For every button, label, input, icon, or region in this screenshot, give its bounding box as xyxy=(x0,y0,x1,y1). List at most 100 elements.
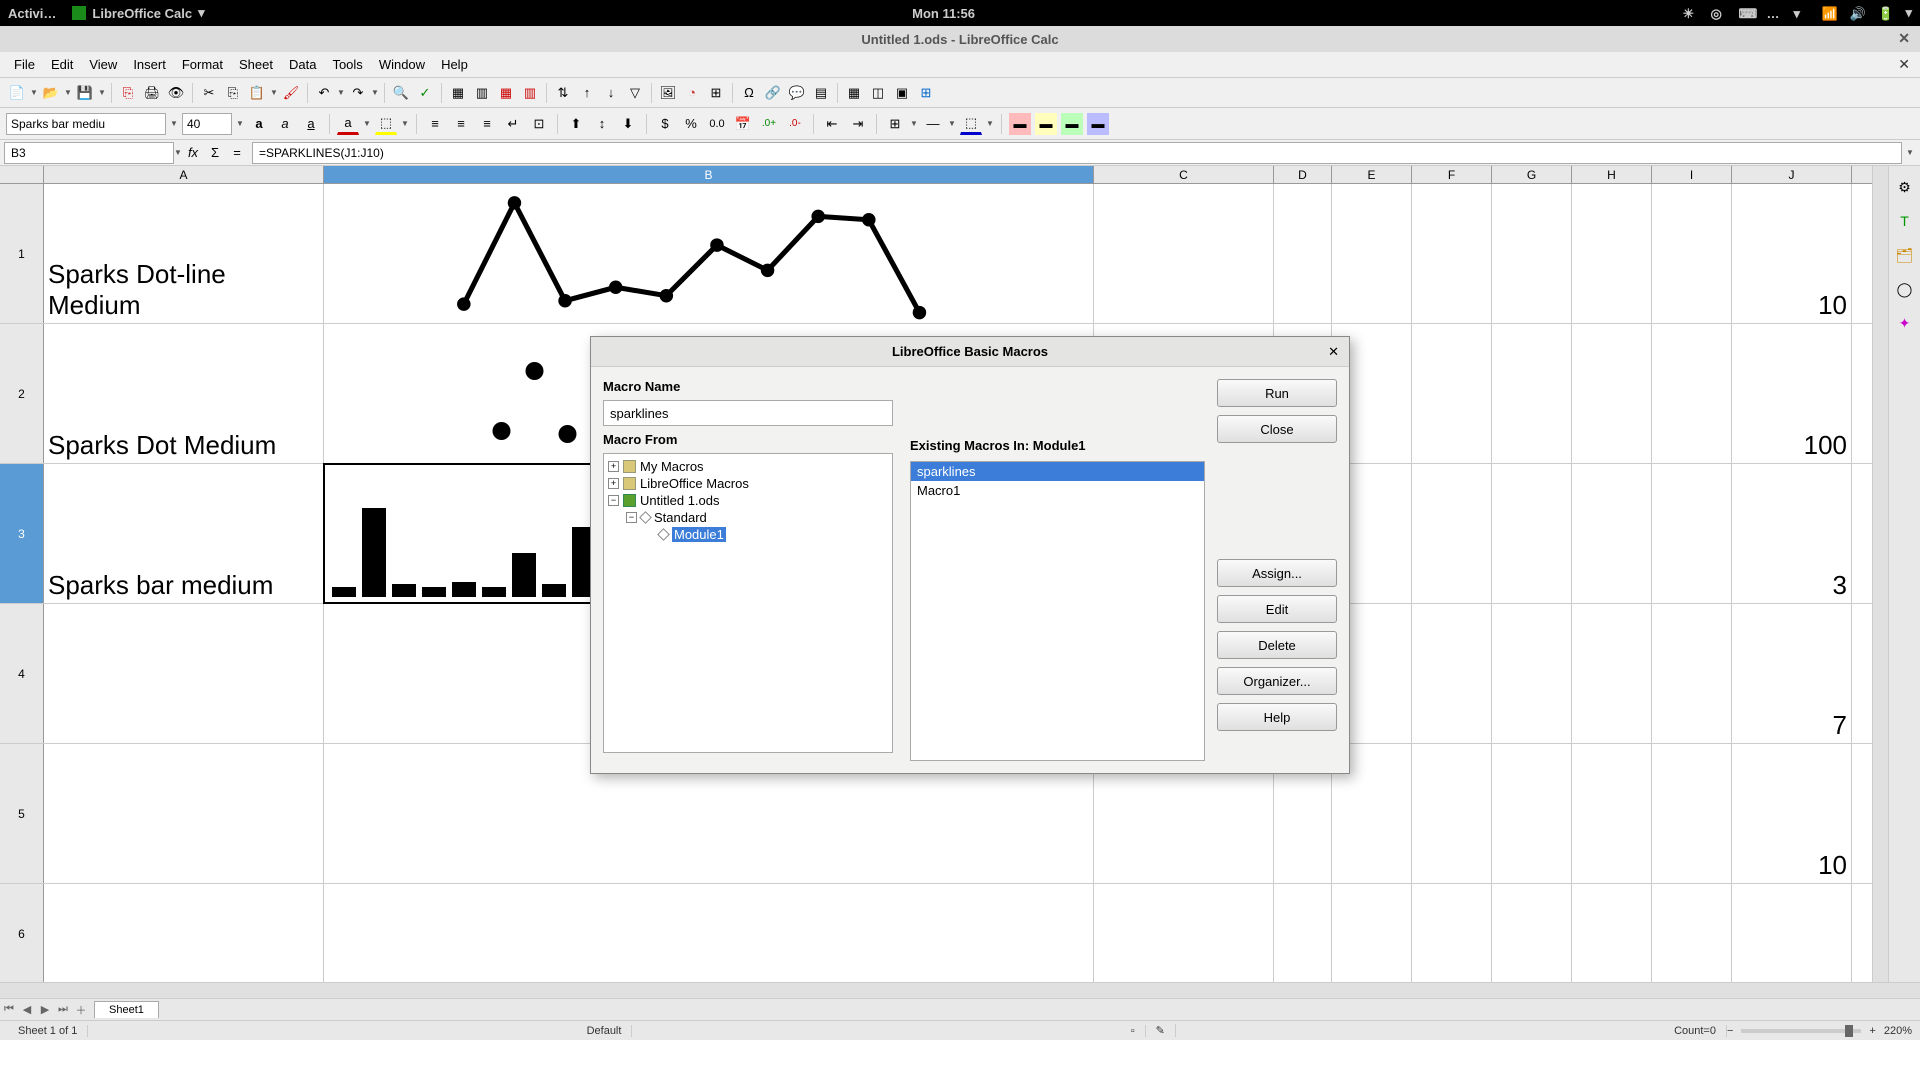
sort-asc-button[interactable]: ↑ xyxy=(576,82,598,104)
export-pdf-button[interactable]: ⎘ xyxy=(117,82,139,104)
font-color-dropdown[interactable]: ▼ xyxy=(363,119,371,128)
image-button[interactable]: 🖼 xyxy=(657,82,679,104)
menu-tools[interactable]: Tools xyxy=(324,54,370,75)
zoom-out-button[interactable]: − xyxy=(1727,1025,1733,1037)
run-button[interactable]: Run xyxy=(1217,379,1337,407)
align-left-button[interactable]: ≡ xyxy=(424,113,446,135)
expand-icon[interactable]: + xyxy=(608,461,619,472)
cell[interactable] xyxy=(1492,324,1572,463)
valign-mid-button[interactable]: ↕ xyxy=(591,113,613,135)
menu-view[interactable]: View xyxy=(81,54,125,75)
borders-dropdown[interactable]: ▼ xyxy=(910,119,918,128)
close-button[interactable]: Close xyxy=(1217,415,1337,443)
cell[interactable] xyxy=(44,744,324,883)
wifi-icon[interactable]: 📶 xyxy=(1821,6,1835,20)
cell[interactable] xyxy=(1412,184,1492,323)
sidebar-navigator-icon[interactable]: ✦ xyxy=(1894,312,1916,334)
clone-format-button[interactable]: 🖌 xyxy=(280,82,302,104)
redo-dropdown[interactable]: ▼ xyxy=(371,88,379,97)
border-color-button[interactable]: ⬚ xyxy=(960,113,982,135)
comment-button[interactable]: 💬 xyxy=(786,82,808,104)
tree-my-macros[interactable]: My Macros xyxy=(640,459,704,474)
column-header-F[interactable]: F xyxy=(1412,166,1492,183)
tree-doc[interactable]: Untitled 1.ods xyxy=(640,493,720,508)
undo-button[interactable]: ↶ xyxy=(313,82,335,104)
date-button[interactable]: 📅 xyxy=(732,113,754,135)
cond-format-1-button[interactable]: ▬ xyxy=(1009,113,1031,135)
formula-input[interactable] xyxy=(252,142,1902,164)
equals-button[interactable]: = xyxy=(226,142,248,164)
vertical-scrollbar[interactable] xyxy=(1872,166,1888,982)
headers-footers-button[interactable]: ▤ xyxy=(810,82,832,104)
menu-window[interactable]: Window xyxy=(371,54,433,75)
cell[interactable] xyxy=(1412,464,1492,603)
cell[interactable] xyxy=(1492,184,1572,323)
sidebar-styles-icon[interactable]: 🗂 xyxy=(1894,244,1916,266)
screen-icon[interactable]: ☀ xyxy=(1682,6,1696,20)
underline-button[interactable]: a xyxy=(300,113,322,135)
delete-row-button[interactable]: ▦ xyxy=(495,82,517,104)
cell[interactable] xyxy=(1332,884,1412,982)
cond-format-4-button[interactable]: ▬ xyxy=(1087,113,1109,135)
cut-button[interactable]: ✂ xyxy=(198,82,220,104)
cell-ref-dropdown[interactable]: ▼ xyxy=(174,148,182,157)
valign-top-button[interactable]: ⬆ xyxy=(565,113,587,135)
sum-button[interactable]: Σ xyxy=(204,142,226,164)
tab-first-button[interactable]: ⏮ xyxy=(0,1003,18,1016)
zoom-slider[interactable] xyxy=(1741,1029,1861,1033)
sort-button[interactable]: ⇅ xyxy=(552,82,574,104)
dialog-close-button[interactable]: ✕ xyxy=(1328,344,1339,360)
border-color-dropdown[interactable]: ▼ xyxy=(986,119,994,128)
print-button[interactable]: 🖨 xyxy=(141,82,163,104)
cell[interactable] xyxy=(1572,744,1652,883)
cell[interactable] xyxy=(1652,884,1732,982)
sort-desc-button[interactable]: ↓ xyxy=(600,82,622,104)
percent-button[interactable]: % xyxy=(680,113,702,135)
new-dropdown[interactable]: ▼ xyxy=(30,88,38,97)
cell[interactable] xyxy=(1332,184,1412,323)
cell[interactable] xyxy=(1572,604,1652,743)
cell[interactable] xyxy=(1572,324,1652,463)
column-header-C[interactable]: C xyxy=(1094,166,1274,183)
battery-icon[interactable]: 🔋 xyxy=(1877,6,1891,20)
organizer-button[interactable]: Organizer... xyxy=(1217,667,1337,695)
select-all-corner[interactable] xyxy=(0,166,44,183)
document-close-button[interactable]: ✕ xyxy=(1898,56,1910,73)
column-header-H[interactable]: H xyxy=(1572,166,1652,183)
tab-prev-button[interactable]: ◀ xyxy=(18,1003,36,1016)
row-header[interactable]: 6 xyxy=(0,884,44,982)
align-center-button[interactable]: ≡ xyxy=(450,113,472,135)
row-header[interactable]: 5 xyxy=(0,744,44,883)
tree-module1[interactable]: Module1 xyxy=(672,527,726,542)
italic-button[interactable]: a xyxy=(274,113,296,135)
cell[interactable] xyxy=(1732,884,1852,982)
font-name-dropdown[interactable]: ▼ xyxy=(170,119,178,128)
window-button[interactable]: ▣ xyxy=(891,82,913,104)
redo-button[interactable]: ↷ xyxy=(347,82,369,104)
indent-dec-button[interactable]: ⇤ xyxy=(821,113,843,135)
keyboard-icon[interactable]: ⌨ xyxy=(1738,6,1752,20)
open-dropdown[interactable]: ▼ xyxy=(64,88,72,97)
collapse-icon[interactable]: − xyxy=(626,512,637,523)
macro-list-item[interactable]: Macro1 xyxy=(911,481,1204,500)
cell[interactable]: Sparks bar medium xyxy=(44,464,324,603)
highlight-dropdown[interactable]: ▼ xyxy=(401,119,409,128)
formula-expand-button[interactable]: ▼ xyxy=(1906,148,1914,157)
tab-add-button[interactable]: ＋ xyxy=(72,1002,90,1018)
special-char-button[interactable]: Ω xyxy=(738,82,760,104)
status-selection-mode[interactable]: ▫ xyxy=(1121,1025,1146,1037)
dialog-title-bar[interactable]: LibreOffice Basic Macros ✕ xyxy=(591,337,1349,367)
column-header-I[interactable]: I xyxy=(1652,166,1732,183)
column-header-J[interactable]: J xyxy=(1732,166,1852,183)
volume-icon[interactable]: 🔊 xyxy=(1849,6,1863,20)
menu-file[interactable]: File xyxy=(6,54,43,75)
open-button[interactable]: 📂 xyxy=(40,82,62,104)
delete-button[interactable]: Delete xyxy=(1217,631,1337,659)
row-header[interactable]: 1 xyxy=(0,184,44,323)
menu-edit[interactable]: Edit xyxy=(43,54,81,75)
cond-format-2-button[interactable]: ▬ xyxy=(1035,113,1057,135)
row-header[interactable]: 4 xyxy=(0,604,44,743)
cell[interactable] xyxy=(1492,744,1572,883)
tab-next-button[interactable]: ▶ xyxy=(36,1003,54,1016)
cell[interactable] xyxy=(1492,464,1572,603)
